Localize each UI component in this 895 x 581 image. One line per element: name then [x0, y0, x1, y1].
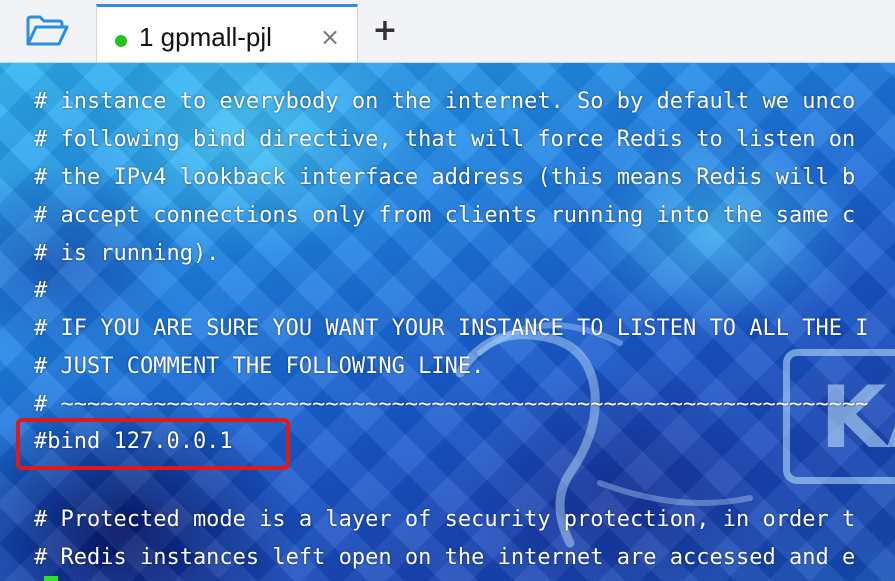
- terminal-line: # following bind directive, that will fo…: [34, 127, 856, 152]
- terminal-line: # is running).: [34, 241, 220, 266]
- bind-line-highlight-box: [16, 418, 290, 470]
- close-icon[interactable]: ×: [315, 20, 345, 54]
- terminal-line: # instance to everybody on the internet.…: [34, 89, 856, 114]
- terminal-line: # the IPv4 lookback interface address (t…: [34, 165, 856, 190]
- terminal-line: #: [34, 278, 48, 303]
- folder-open-icon: [26, 15, 69, 46]
- tab-bar: 1 gpmall-pjl × +: [0, 0, 895, 63]
- terminal-line: # Redis instances left open on the inter…: [34, 545, 856, 570]
- tab-session[interactable]: 1 gpmall-pjl ×: [96, 4, 358, 62]
- open-folder-button[interactable]: [22, 12, 72, 50]
- terminal-output: # instance to everybody on the internet.…: [34, 63, 868, 570]
- terminal-line: # ~~~~~~~~~~~~~~~~~~~~~~~~~~~~~~~~~~~~~~…: [34, 392, 869, 417]
- terminal-line: # accept connections only from clients r…: [34, 203, 856, 228]
- tab-title: 1 gpmall-pjl: [139, 22, 272, 52]
- terminal-line: # IF YOU ARE SURE YOU WANT YOUR INSTANCE…: [34, 316, 869, 341]
- terminal-cursor: [44, 576, 58, 581]
- terminal-view[interactable]: KA # instance to everybody on the intern…: [0, 63, 895, 581]
- connected-status-dot: [115, 35, 127, 47]
- new-tab-button[interactable]: +: [368, 12, 402, 50]
- terminal-line: # Protected mode is a layer of security …: [34, 507, 856, 532]
- terminal-line: # JUST COMMENT THE FOLLOWING LINE.: [34, 354, 485, 379]
